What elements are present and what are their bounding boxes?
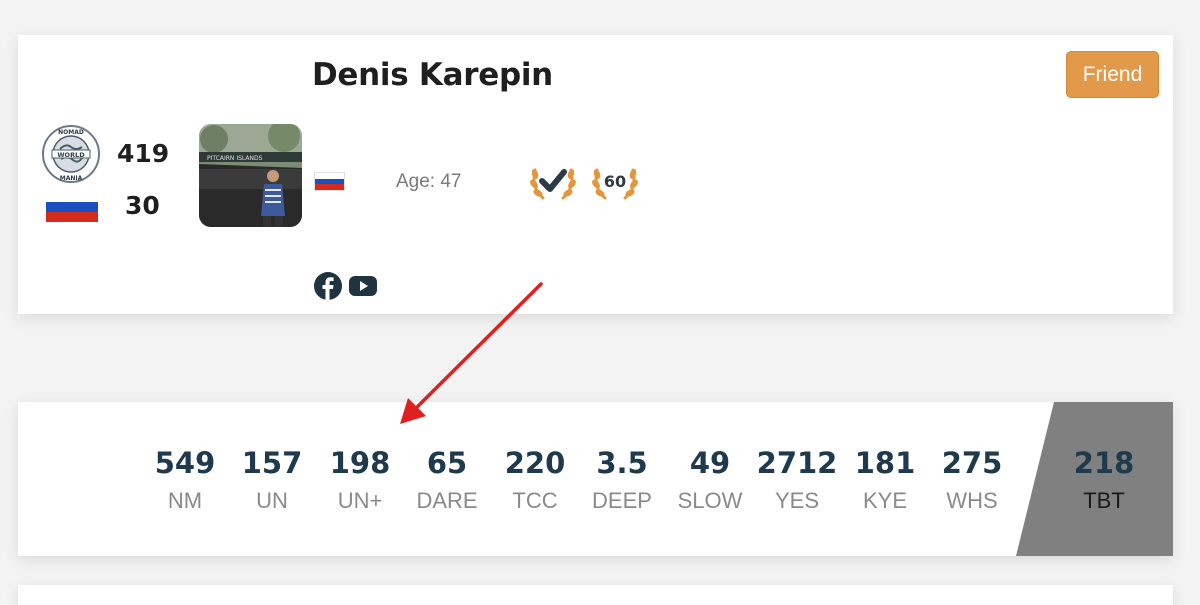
stat-label: DEEP — [592, 488, 652, 513]
stat-deep[interactable]: 3.5 DEEP — [577, 446, 667, 516]
stat-value: 275 — [941, 446, 1003, 480]
stat-un[interactable]: 157 UN — [227, 446, 317, 516]
stat-whs[interactable]: 275 WHS — [927, 446, 1017, 516]
stats-card: 549 NM 157 UN 198 UN+ 65 DARE 220 TCC 3.… — [18, 402, 1173, 556]
russia-flag-icon — [46, 192, 98, 222]
stat-label: UN+ — [337, 488, 383, 513]
stat-slow[interactable]: 49 SLOW — [665, 446, 755, 516]
stat-label: DARE — [416, 488, 478, 513]
friend-button[interactable]: Friend — [1066, 51, 1159, 98]
youtube-icon[interactable] — [348, 271, 378, 301]
stat-value: 2712 — [756, 446, 838, 480]
stat-value: 218 — [1073, 446, 1135, 480]
stat-value: 220 — [504, 446, 566, 480]
russia-flag-small-icon — [315, 173, 344, 190]
svg-text:PITCAIRN ISLANDS: PITCAIRN ISLANDS — [207, 155, 263, 162]
stat-value: 157 — [241, 446, 303, 480]
logo-top-text: NOMAD — [58, 129, 84, 136]
stat-label: NM — [167, 488, 203, 513]
stat-kye[interactable]: 181 KYE — [840, 446, 930, 516]
stat-nm[interactable]: 549 NM — [140, 446, 230, 516]
avatar[interactable]: PITCAIRN ISLANDS — [199, 124, 302, 227]
stat-label: UN — [256, 488, 288, 513]
stat-label: KYE — [862, 488, 908, 513]
stat-value: 65 — [426, 446, 468, 480]
profile-name: Denis Karepin — [312, 57, 553, 93]
next-card-edge — [18, 585, 1173, 605]
badge-60-text: 60 — [604, 172, 626, 191]
stat-label: TCC — [512, 488, 558, 513]
stat-label: TBT — [1083, 488, 1125, 513]
stat-dare[interactable]: 65 DARE — [402, 446, 492, 516]
facebook-icon[interactable] — [313, 271, 343, 301]
nomad-mania-logo: WORLD NOMAD MANIA — [42, 125, 100, 183]
stat-label: WHS — [946, 488, 998, 513]
stat-value: 549 — [154, 446, 216, 480]
logo-bottom-text: MANIA — [60, 175, 83, 182]
stat-value: 198 — [329, 446, 391, 480]
stat-value: 3.5 — [596, 446, 648, 480]
stat-tcc[interactable]: 220 TCC — [490, 446, 580, 516]
laurel-60-icon[interactable]: 60 — [589, 154, 641, 206]
age-text: Age: 47 — [396, 171, 462, 192]
stat-yes[interactable]: 2712 YES — [752, 446, 842, 516]
logo-mid-text: WORLD — [57, 151, 85, 159]
stat-un-plus[interactable]: 198 UN+ — [315, 446, 405, 516]
stat-value: 181 — [854, 446, 916, 480]
profile-card: Denis Karepin Friend WORLD NOMAD MANIA 4… — [18, 35, 1173, 314]
world-rank: 419 — [117, 139, 170, 168]
country-rank: 30 — [125, 191, 160, 220]
stat-value: 49 — [689, 446, 731, 480]
stat-label: SLOW — [677, 488, 743, 513]
checkmark-laurel-icon[interactable] — [527, 154, 579, 206]
stat-tbt[interactable]: 218 TBT — [1059, 446, 1149, 516]
stat-label: YES — [774, 488, 820, 513]
